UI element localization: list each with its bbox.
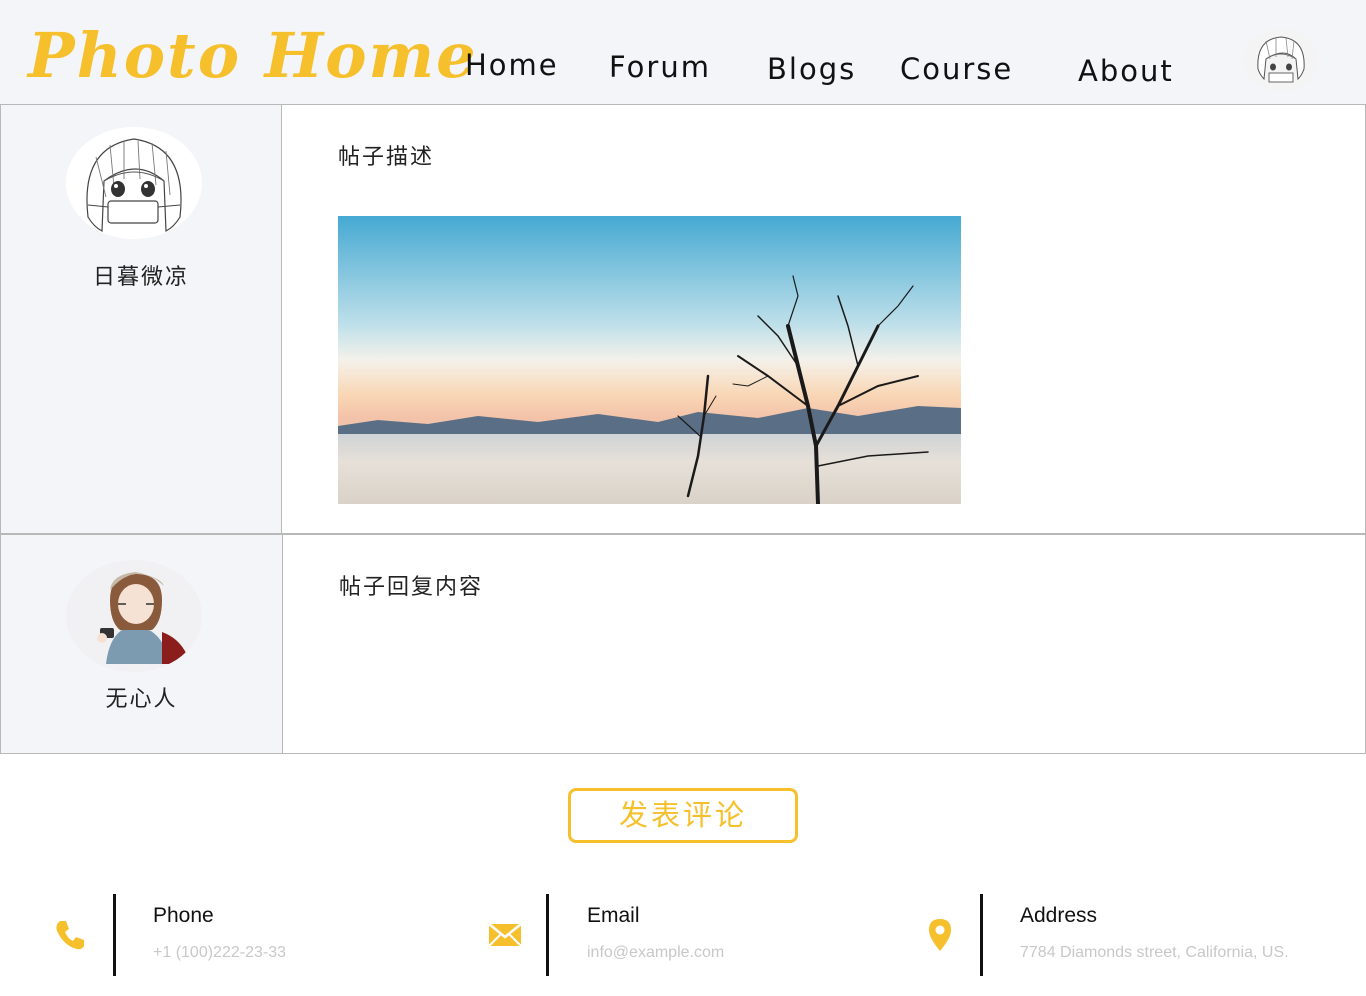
author-avatar[interactable] xyxy=(66,560,202,672)
post-row: 日暮微凉 帖子描述 xyxy=(0,104,1366,534)
reply-text: 帖子回复内容 xyxy=(339,575,484,600)
user-avatar[interactable] xyxy=(1244,29,1318,91)
phone-label: Phone xyxy=(153,904,214,927)
contact-divider xyxy=(980,894,983,976)
post-row: 无心人 帖子回复内容 xyxy=(0,534,1366,754)
location-pin-icon xyxy=(929,919,951,951)
address-value: 7784 Diamonds street, California, US. xyxy=(1020,944,1289,961)
site-header: Photo Home Home Forum Blogs Course About xyxy=(0,0,1366,104)
email-label: Email xyxy=(587,904,640,927)
post-comment-button[interactable]: 发表评论 xyxy=(568,788,798,843)
author-panel: 日暮微凉 xyxy=(0,104,282,534)
contact-divider xyxy=(546,894,549,976)
nav-blogs[interactable]: Blogs xyxy=(767,52,856,86)
post-description: 帖子描述 xyxy=(338,145,435,170)
author-panel: 无心人 xyxy=(0,534,283,754)
email-value[interactable]: info@example.com xyxy=(587,944,724,962)
contact-divider xyxy=(113,894,116,976)
nav-course[interactable]: Course xyxy=(900,52,1013,86)
nav-about[interactable]: About xyxy=(1078,54,1174,88)
author-name[interactable]: 无心人 xyxy=(1,681,282,713)
post-content: 帖子描述 xyxy=(281,104,1366,534)
author-avatar[interactable] xyxy=(66,127,202,239)
address-label: Address xyxy=(1020,904,1098,927)
reply-content: 帖子回复内容 xyxy=(282,534,1366,754)
post-photo[interactable] xyxy=(338,216,961,504)
nav-home[interactable]: Home xyxy=(465,48,559,82)
phone-icon xyxy=(56,921,84,950)
author-name[interactable]: 日暮微凉 xyxy=(1,259,281,291)
envelope-icon xyxy=(488,923,522,947)
site-logo[interactable]: Photo Home xyxy=(28,16,478,96)
phone-value[interactable]: +1 (100)222-23-33 xyxy=(153,944,286,962)
nav-forum[interactable]: Forum xyxy=(609,50,711,84)
